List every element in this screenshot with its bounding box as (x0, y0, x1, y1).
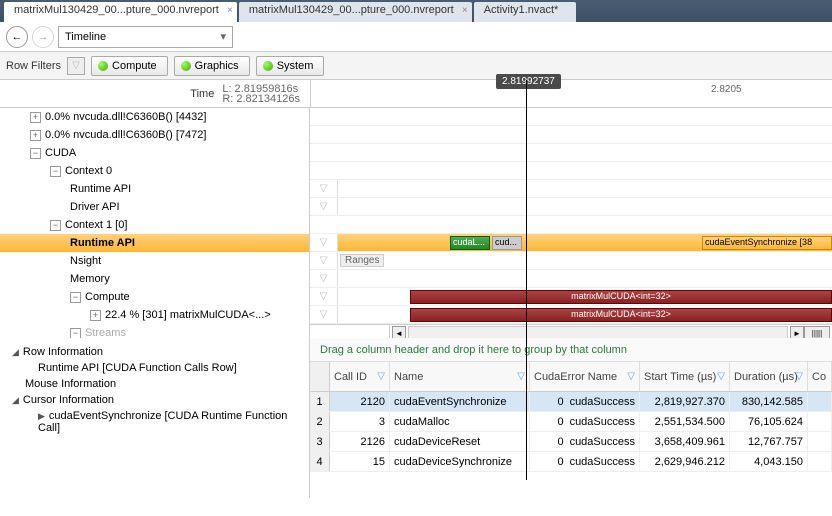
tree-row[interactable]: Runtime API (0, 180, 309, 198)
document-tabs: matrixMul130429_00...pture_000.nvreport×… (0, 0, 832, 22)
funnel-icon[interactable]: ▽ (795, 371, 803, 382)
timeline-row-runtime-api[interactable]: ▽ cudaL... cud... cudaEventSynchronize [… (310, 234, 832, 252)
collapse-icon[interactable]: − (30, 148, 41, 159)
collapse-icon[interactable]: − (70, 328, 81, 339)
bar-cud[interactable]: cud... (492, 236, 522, 250)
bar-kernel[interactable]: matrixMulCUDA<int=32> (410, 308, 832, 322)
close-icon[interactable]: × (227, 5, 233, 16)
tab-activity[interactable]: Activity1.nvact* (474, 2, 577, 22)
funnel-icon[interactable]: ▽ (320, 273, 328, 284)
back-button[interactable]: ← (6, 26, 28, 48)
tree-row[interactable]: +0.0% nvcuda.dll!C6360B() [4432] (0, 108, 309, 126)
collapse-icon[interactable]: − (70, 292, 81, 303)
table-row[interactable]: 12120cudaEventSynchronize0 cudaSuccess2,… (310, 392, 832, 412)
bar-sync[interactable]: cudaEventSynchronize [38 (702, 236, 832, 250)
col-start[interactable]: Start Time (µs)▽ (640, 362, 730, 391)
funnel-icon[interactable]: ▽ (517, 371, 525, 382)
view-dropdown[interactable]: Timeline (58, 26, 233, 48)
tree-row[interactable]: −Compute (0, 288, 309, 306)
ranges-label: Ranges (340, 254, 384, 267)
funnel-icon[interactable]: ▽ (320, 183, 328, 194)
funnel-icon[interactable]: ▽ (320, 237, 328, 248)
expand-icon[interactable]: + (30, 112, 41, 123)
time-ruler: Time L: 2.81959816s R: 2.82134126s 2.819… (0, 80, 832, 108)
tree-row[interactable]: −Context 1 [0] (0, 216, 309, 234)
row-information-detail: Runtime API [CUDA Function Calls Row] (0, 360, 309, 376)
bar-cudal[interactable]: cudaL... (450, 236, 490, 250)
time-right-value: R: 2.82134126s (222, 94, 300, 104)
toolbar: ← → Timeline (0, 22, 832, 52)
group-hint[interactable]: Drag a column header and drop it here to… (310, 338, 832, 362)
grid-body: 12120cudaEventSynchronize0 cudaSuccess2,… (310, 392, 832, 498)
tree-row[interactable]: Driver API (0, 198, 309, 216)
mouse-information[interactable]: Mouse Information (0, 376, 309, 392)
col-error[interactable]: CudaError Name▽ (530, 362, 640, 391)
col-duration[interactable]: Duration (µs)▽ (730, 362, 808, 391)
tree-row[interactable]: +22.4 % [301] matrixMulCUDA<...> (0, 306, 309, 324)
close-icon[interactable]: × (462, 5, 468, 16)
filter-graphics-button[interactable]: Graphics (174, 56, 250, 76)
cursor-information[interactable]: ◢Cursor Information (0, 392, 309, 408)
cursor-time-tooltip: 2.81992737 (496, 74, 561, 89)
row-information[interactable]: ◢Row Information (0, 344, 309, 360)
fit-button[interactable]: ||||| (804, 326, 830, 338)
tree-row-selected[interactable]: Runtime API (0, 234, 309, 252)
tree-row[interactable]: −Streams (0, 324, 309, 338)
funnel-icon[interactable]: ▽ (717, 371, 725, 382)
info-panel: ◢Row Information Runtime API [CUDA Funct… (0, 338, 310, 498)
row-filters-label: Row Filters (6, 60, 61, 72)
tree-panel: +0.0% nvcuda.dll!C6360B() [4432] +0.0% n… (0, 108, 310, 338)
expand-icon[interactable]: + (90, 310, 101, 321)
funnel-icon[interactable]: ▽ (320, 309, 328, 320)
table-row[interactable]: 32126cudaDeviceReset0 cudaSuccess3,658,4… (310, 432, 832, 452)
scroll-left-icon[interactable]: ◄ (392, 326, 406, 338)
funnel-icon[interactable]: ▽ (377, 371, 385, 382)
horizontal-scrollbar[interactable]: ◄ ► ||||| (390, 325, 832, 338)
tree-row[interactable]: Memory (0, 270, 309, 288)
grid-header: Call ID▽ Name▽ CudaError Name▽ Start Tim… (310, 362, 832, 392)
col-callid[interactable]: Call ID▽ (330, 362, 390, 391)
timeline-panel[interactable]: ▽ ▽ ▽ cudaL... cud... cudaEventSynchroni… (310, 108, 832, 338)
filter-compute-button[interactable]: Compute (91, 56, 168, 76)
forward-button[interactable]: → (32, 26, 54, 48)
funnel-icon[interactable]: ▽ (320, 255, 328, 266)
expand-icon[interactable]: + (30, 130, 41, 141)
filter-icon[interactable]: ▽ (67, 57, 85, 75)
table-row[interactable]: 23cudaMalloc0 cudaSuccess2,551,534.50076… (310, 412, 832, 432)
funnel-icon[interactable]: ▽ (627, 371, 635, 382)
collapse-icon[interactable]: − (50, 166, 61, 177)
grid-panel: Drag a column header and drop it here to… (310, 338, 832, 498)
tree-row[interactable]: Nsight (0, 252, 309, 270)
tree-row[interactable]: −CUDA (0, 144, 309, 162)
col-co[interactable]: Co (808, 362, 832, 391)
tree-row[interactable]: +0.0% nvcuda.dll!C6360B() [7472] (0, 126, 309, 144)
tick-label: 2.8205 (711, 84, 742, 95)
cursor-information-detail[interactable]: ▶cudaEventSynchronize [CUDA Runtime Func… (0, 408, 309, 436)
tree-row[interactable]: −Context 0 (0, 162, 309, 180)
funnel-icon[interactable]: ▽ (320, 201, 328, 212)
row-filters-bar: Row Filters ▽ Compute Graphics System (0, 52, 832, 80)
bar-kernel[interactable]: matrixMulCUDA<int=32> (410, 290, 832, 304)
time-left-value: L: 2.81959816s (222, 84, 300, 94)
col-name[interactable]: Name▽ (390, 362, 530, 391)
scroll-right-icon[interactable]: ► (790, 326, 804, 338)
collapse-icon[interactable]: − (50, 220, 61, 231)
tab-report-1[interactable]: matrixMul130429_00...pture_000.nvreport× (4, 2, 237, 22)
funnel-icon[interactable]: ▽ (320, 291, 328, 302)
cursor-line[interactable] (526, 80, 527, 480)
time-label: Time (190, 88, 214, 100)
table-row[interactable]: 415cudaDeviceSynchronize0 cudaSuccess2,6… (310, 452, 832, 472)
tab-report-2[interactable]: matrixMul130429_00...pture_000.nvreport× (239, 2, 472, 22)
filter-system-button[interactable]: System (256, 56, 325, 76)
